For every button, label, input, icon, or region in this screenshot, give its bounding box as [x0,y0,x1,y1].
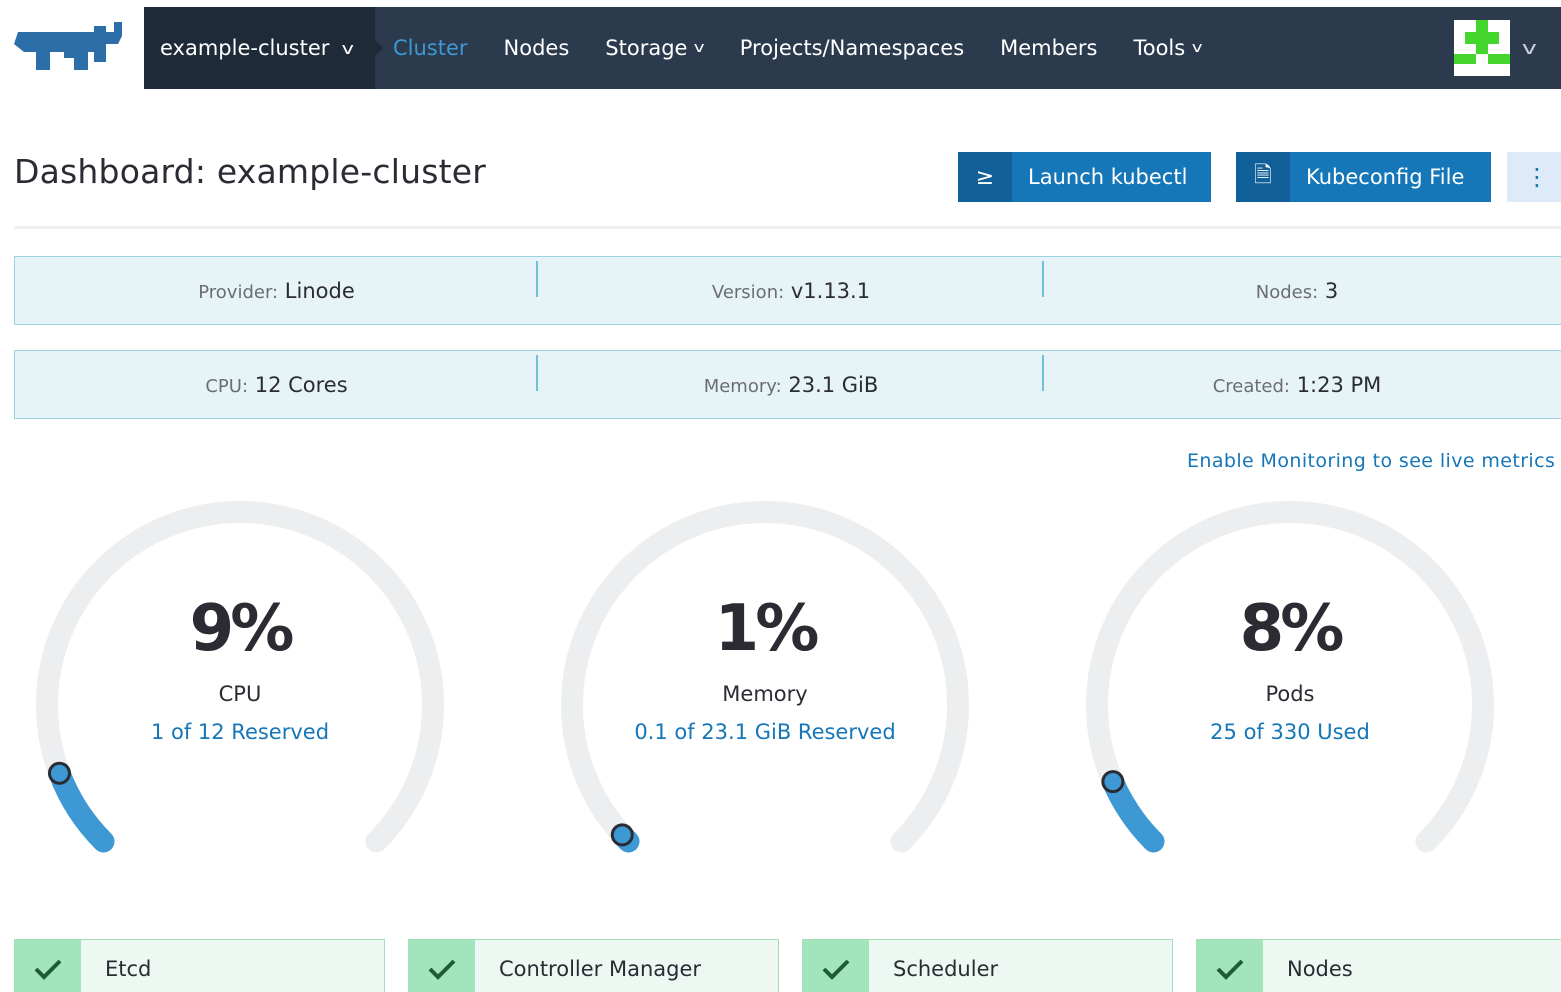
cluster-switcher-label: example-cluster [160,36,330,60]
info-key: Nodes: [1255,281,1319,303]
cluster-switcher-arrow [375,40,383,56]
main-nav: Cluster Nodes Storage v Projects/Namespac… [393,7,1203,89]
divider [14,226,1561,229]
component-name: Scheduler [893,957,999,981]
nav-item-label: Members [1000,36,1098,60]
nav-item-tools[interactable]: Tools v [1133,36,1203,60]
gauge-percent: 8% [1239,592,1345,666]
nav-item-label: Cluster [393,36,468,60]
gauge-detail: 1 of 12 Reserved [150,720,330,744]
kubeconfig-file-button[interactable]: 🗎 Kubeconfig File [1236,152,1491,202]
chevron-down-icon: v [694,40,706,56]
nodes-info: Nodes: 3 [1044,279,1550,303]
gauge-fill [48,762,115,853]
gauge-fill [611,823,640,853]
rancher-logo-icon [14,22,122,70]
info-value: 3 [1324,278,1339,303]
cluster-info-row-2: CPU: 12 Cores Memory: 23.1 GiB Created: … [14,350,1561,419]
nav-item-projects-namespaces[interactable]: Projects/Namespaces [740,36,964,60]
info-value: 1:23 PM [1296,372,1382,397]
nav-item-label: Tools [1133,36,1186,60]
gauge-label: Pods [1265,682,1315,706]
info-value: v1.13.1 [790,278,871,303]
check-icon [409,940,475,992]
check-icon [15,940,81,992]
pods-gauge: 8% Pods 25 of 330 Used [1085,500,1495,860]
user-menu[interactable]: v [1454,20,1537,76]
gauge-track [561,501,969,853]
component-status-nodes: Nodes [1196,939,1561,992]
cluster-switcher[interactable]: example-cluster v [144,7,375,89]
memory-gauge-arc [561,501,969,853]
memory-gauge: 1% Memory 0.1 of 23.1 GiB Reserved [560,500,970,860]
component-status-controller-manager: Controller Manager [408,939,779,992]
chevron-down-icon: v [341,38,355,58]
component-name: Nodes [1287,957,1353,981]
page-title: Dashboard: example-cluster [14,152,487,191]
gauge-detail: 25 of 330 Used [1210,720,1370,744]
file-icon: 🗎 [1236,152,1290,202]
enable-monitoring-link[interactable]: Enable Monitoring to see live metrics [1187,450,1555,472]
info-value: Linode [284,278,355,303]
cpu-gauge: 9% CPU 1 of 12 Reserved [35,500,445,860]
cpu-gauge-arc [36,501,444,853]
vertical-dots-icon: ⋮ [1525,163,1549,191]
nav-item-label: Storage [605,36,688,60]
check-icon [803,940,869,992]
version-info: Version: v1.13.1 [538,260,1044,303]
gauge-detail: 0.1 of 23.1 GiB Reserved [634,720,896,744]
created-info: Created: 1:23 PM [1044,373,1550,397]
info-key: Created: [1212,375,1290,397]
launch-kubectl-label: Launch kubectl [1028,165,1188,189]
nav-item-members[interactable]: Members [1000,36,1097,60]
nav-item-nodes[interactable]: Nodes [504,36,570,60]
memory-info: Memory: 23.1 GiB [538,354,1044,397]
chevron-down-icon: v [1191,40,1203,56]
rancher-logo[interactable] [0,0,144,96]
provider-info: Provider: Linode [15,260,538,303]
component-name: Etcd [105,957,152,981]
info-key: Version: [711,281,785,303]
terminal-icon: ≥ [958,152,1012,202]
cpu-info: CPU: 12 Cores [15,354,538,397]
info-key: Memory: [703,375,782,397]
component-status-scheduler: Scheduler [802,939,1173,992]
info-key: CPU: [205,375,249,397]
avatar [1454,20,1510,76]
gauge-percent: 9% [189,592,295,666]
check-icon [1197,940,1263,992]
info-value: 12 Cores [254,372,348,397]
component-name: Controller Manager [499,957,702,981]
gauge-percent: 1% [714,592,820,666]
nav-item-cluster[interactable]: Cluster [393,36,468,60]
info-value: 23.1 GiB [788,372,879,397]
nav-item-storage[interactable]: Storage v [605,36,706,60]
component-status-etcd: Etcd [14,939,385,992]
nav-item-label: Projects/Namespaces [739,36,965,60]
gauge-label: Memory [722,682,808,706]
info-key: Provider: [198,281,279,303]
gauge-track [36,501,444,853]
more-actions-button[interactable]: ⋮ [1507,152,1561,202]
pods-gauge-arc [1086,501,1494,853]
gauge-track [1086,501,1494,853]
nav-item-label: Nodes [503,36,570,60]
chevron-down-icon: v [1521,37,1537,59]
kubeconfig-file-label: Kubeconfig File [1306,165,1465,189]
cluster-info-row-1: Provider: Linode Version: v1.13.1 Nodes:… [14,256,1561,325]
launch-kubectl-button[interactable]: ≥ Launch kubectl [958,152,1211,202]
gauge-label: CPU [218,682,262,706]
